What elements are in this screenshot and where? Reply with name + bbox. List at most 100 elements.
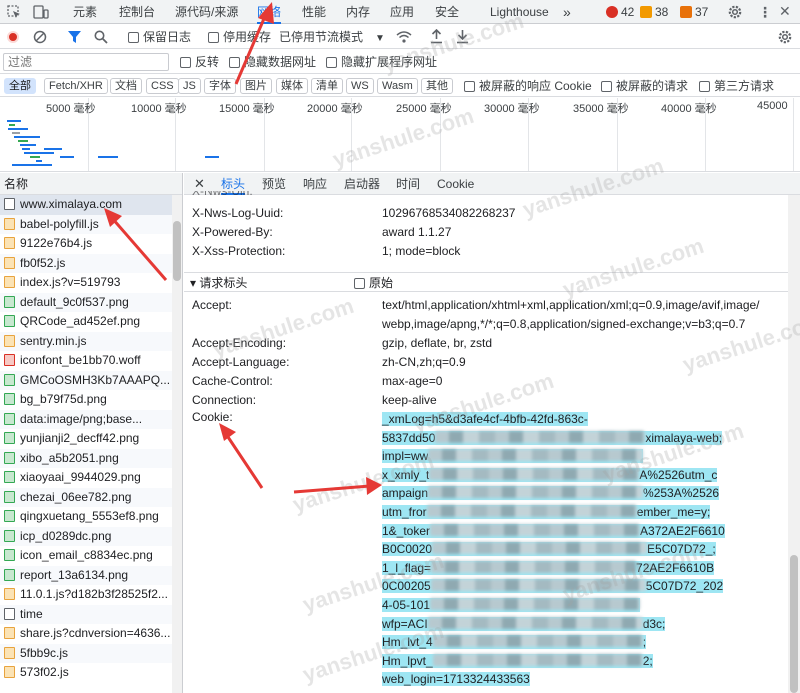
type-document[interactable]: 文档	[110, 78, 142, 94]
network-settings-gear-icon[interactable]	[777, 29, 793, 48]
tab-application[interactable]: 应用	[390, 0, 414, 24]
request-headers-section[interactable]: ▾ 请求标头 原始	[184, 272, 788, 292]
request-row[interactable]: time	[0, 604, 182, 624]
request-row[interactable]: report_13a6134.png	[0, 565, 182, 585]
request-row[interactable]: QRCode_ad452ef.png	[0, 312, 182, 332]
name-column-header[interactable]: 名称	[0, 173, 182, 195]
tab-lighthouse[interactable]: Lighthouse	[490, 0, 549, 24]
header-value[interactable]: max-age=0	[382, 372, 442, 391]
tab-console[interactable]: 控制台	[119, 0, 155, 24]
upload-icon[interactable]	[430, 28, 443, 47]
clear-icon[interactable]	[33, 30, 47, 47]
third-party-checkbox[interactable]: 第三方请求	[699, 75, 774, 97]
inspect-element-icon[interactable]	[7, 5, 21, 22]
request-row[interactable]: 11.0.1.js?d182b3f28525f2...	[0, 585, 182, 605]
type-other[interactable]: 其他	[421, 78, 453, 94]
download-icon[interactable]	[456, 29, 469, 47]
cookie-value-line[interactable]: 1_l_flag= 72AE2F6610B	[382, 559, 715, 578]
tab-elements[interactable]: 元素	[73, 0, 97, 24]
header-value[interactable]: zh-CN,zh;q=0.9	[382, 353, 466, 372]
request-row[interactable]: sentry.min.js	[0, 331, 182, 351]
type-font[interactable]: 字体	[204, 78, 236, 94]
request-row[interactable]: iconfont_be1bb70.woff	[0, 351, 182, 371]
disable-cache-checkbox[interactable]: 停用缓存	[208, 25, 271, 49]
blocked-cookies-checkbox[interactable]: 被屏蔽的响应 Cookie	[464, 75, 592, 97]
type-fetch-xhr[interactable]: Fetch/XHR	[44, 78, 108, 94]
hide-data-urls-checkbox[interactable]: 隐藏数据网址	[229, 50, 316, 74]
cookie-value-line[interactable]: 0C00205 5C07D72_202	[382, 577, 724, 596]
filter-input[interactable]	[3, 53, 169, 71]
type-image[interactable]: 图片	[240, 78, 272, 94]
header-value[interactable]: webp,image/apng,*/*;q=0.8,application/si…	[382, 315, 745, 334]
cookie-value-line[interactable]: 1&_toker A372AE2F6610	[382, 522, 725, 541]
cookie-value-line[interactable]: Hm_lvt_4;	[382, 633, 647, 652]
cookie-value-line[interactable]: Hm_lpvt_ 2;	[382, 652, 653, 671]
issues-count[interactable]: 37	[680, 5, 708, 19]
gear-icon[interactable]	[727, 4, 743, 23]
header-value[interactable]: text/html,application/xhtml+xml,applicat…	[382, 296, 760, 315]
device-toolbar-icon[interactable]	[33, 5, 49, 22]
more-options-icon[interactable]: ⋮	[758, 4, 772, 21]
tab-performance[interactable]: 性能	[302, 0, 326, 24]
cookie-value-line[interactable]: x_xmly_t A%2526utm_c	[382, 466, 718, 485]
type-manifest[interactable]: 清单	[311, 78, 343, 94]
type-all[interactable]: 全部	[4, 78, 36, 94]
request-row[interactable]: xiaoyaai_9944029.png	[0, 468, 182, 488]
cookie-value-line[interactable]: B0C0020 E5C07D72_;	[382, 540, 716, 559]
tab-network[interactable]: 网络	[257, 0, 282, 24]
type-js[interactable]: JS	[178, 78, 201, 94]
request-row[interactable]: icon_email_c8834ec.png	[0, 546, 182, 566]
request-row[interactable]: data:image/png;base...	[0, 409, 182, 429]
wifi-icon[interactable]	[396, 30, 412, 47]
cookie-value-line[interactable]: web_login=1713324433563	[382, 670, 530, 689]
invert-checkbox[interactable]: 反转	[180, 50, 219, 74]
header-value[interactable]: 1; mode=block	[382, 242, 460, 260]
type-ws[interactable]: WS	[346, 78, 374, 94]
network-timeline-overview[interactable]: 5000 毫秒 10000 毫秒 15000 毫秒 20000 毫秒 25000…	[0, 98, 800, 172]
cookie-value-line[interactable]: _xmLog=h5&d3afe4cf-4bfb-42fd-863c-	[382, 410, 588, 429]
error-count[interactable]: 42	[606, 5, 634, 19]
request-row[interactable]: fb0f52.js	[0, 253, 182, 273]
request-row[interactable]: 573f02.js	[0, 663, 182, 683]
filter-icon[interactable]	[68, 31, 81, 46]
raw-checkbox[interactable]: 原始	[354, 273, 393, 293]
search-icon[interactable]	[94, 30, 108, 47]
cookie-value-line[interactable]: impl=ww	[382, 447, 644, 466]
header-value[interactable]: gzip, deflate, br, zstd	[382, 334, 492, 353]
request-row[interactable]: default_9c0f537.png	[0, 292, 182, 312]
request-row[interactable]: bg_b79f75d.png	[0, 390, 182, 410]
cookie-value-line[interactable]: 4-05-101	[382, 596, 641, 615]
request-row[interactable]: yunjianji2_decff42.png	[0, 429, 182, 449]
type-media[interactable]: 媒体	[276, 78, 308, 94]
request-list-scrollbar[interactable]	[172, 195, 182, 693]
type-wasm[interactable]: Wasm	[377, 78, 418, 94]
close-icon[interactable]: ✕	[779, 3, 791, 20]
request-row[interactable]: xibo_a5b2051.png	[0, 448, 182, 468]
request-row[interactable]: icp_d0289dc.png	[0, 526, 182, 546]
cookie-value-line[interactable]: 5837dd50 ximalaya-web;	[382, 429, 723, 448]
header-value[interactable]: award 1.1.27	[382, 223, 451, 241]
request-row[interactable]: chezai_06ee782.png	[0, 487, 182, 507]
request-row[interactable]: index.js?v=519793	[0, 273, 182, 293]
cookie-value-line[interactable]: utm_fror ember_me=y;	[382, 503, 711, 522]
tab-security[interactable]: 安全	[435, 0, 459, 24]
type-css[interactable]: CSS	[146, 78, 179, 94]
blocked-requests-checkbox[interactable]: 被屏蔽的请求	[601, 75, 688, 97]
detail-scrollbar[interactable]	[788, 195, 800, 693]
request-row[interactable]: babel-polyfill.js	[0, 214, 182, 234]
header-value[interactable]: 10296768534082268237	[382, 204, 515, 222]
warning-count[interactable]: 38	[640, 5, 668, 19]
header-value[interactable]: keep-alive	[382, 391, 437, 410]
record-icon[interactable]	[7, 31, 19, 43]
cookie-value-line[interactable]: ampaign %253A%2526	[382, 484, 720, 503]
request-row[interactable]: www.ximalaya.com	[0, 195, 182, 215]
request-row[interactable]: 9122e76b4.js	[0, 234, 182, 254]
throttling-select[interactable]: 已停用节流模式 ▼	[279, 25, 385, 49]
hide-extension-urls-checkbox[interactable]: 隐藏扩展程序网址	[326, 50, 437, 74]
request-row[interactable]: qingxuetang_5553ef8.png	[0, 507, 182, 527]
tab-memory[interactable]: 内存	[346, 0, 370, 24]
more-tabs-button[interactable]: »	[563, 0, 571, 24]
request-row[interactable]: share.js?cdnversion=4636...	[0, 624, 182, 644]
request-row[interactable]: 5fbb9c.js	[0, 643, 182, 663]
cookie-value-line[interactable]: wfp=ACI d3c;	[382, 615, 666, 634]
